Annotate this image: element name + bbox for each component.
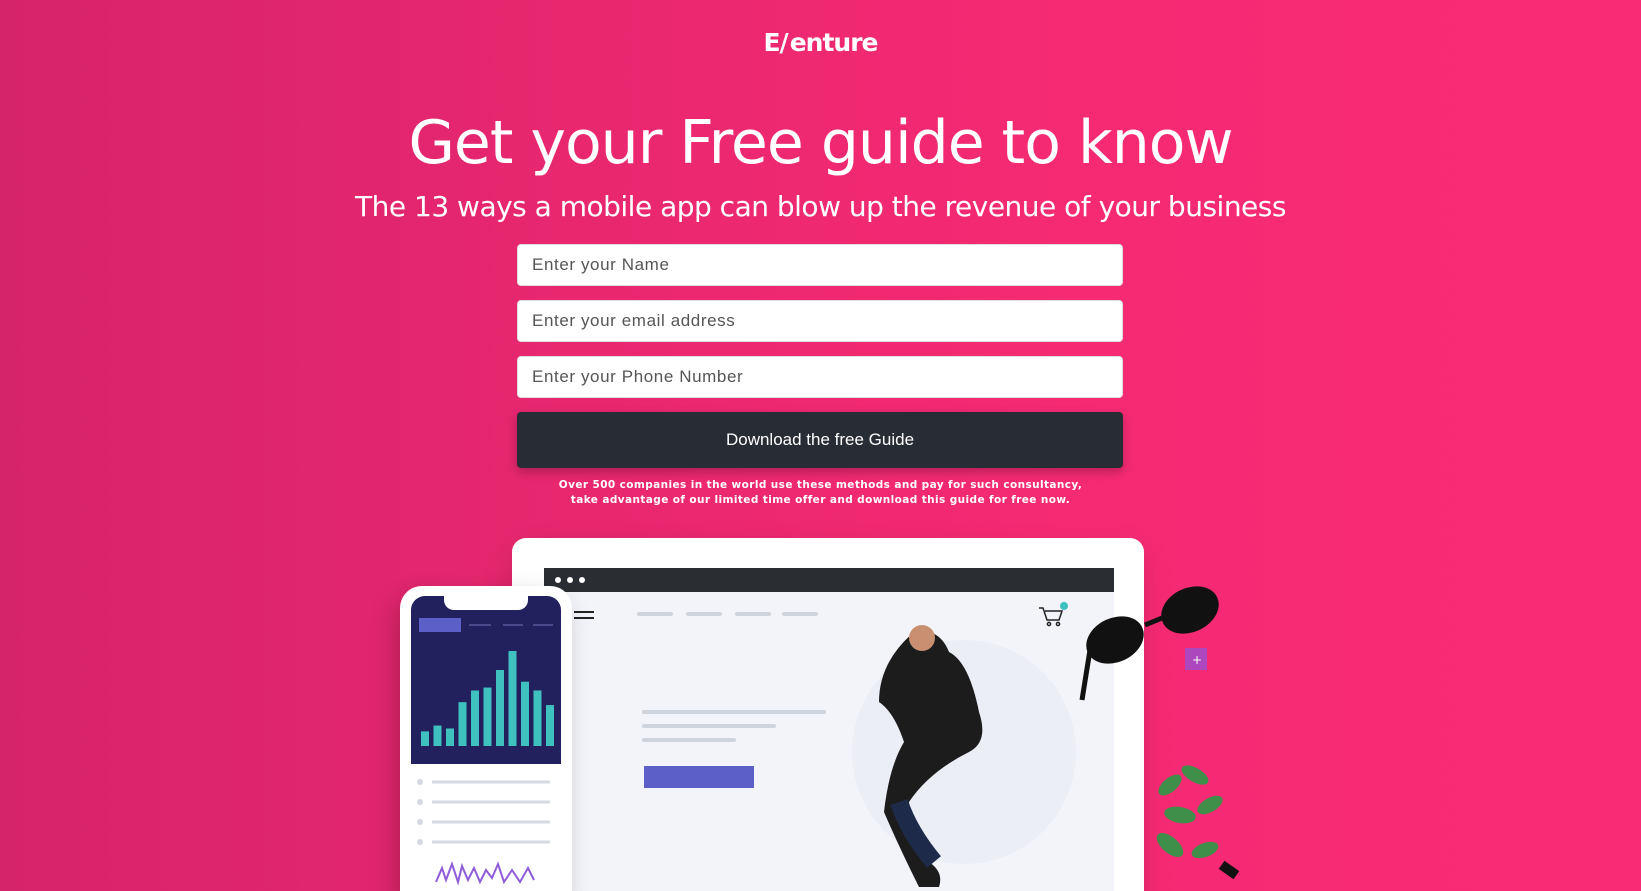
cta-placeholder (644, 766, 754, 788)
logo[interactable]: E/enture (0, 28, 1641, 57)
chart-bar (483, 687, 492, 746)
menu-icon (574, 611, 594, 619)
svg-text:+: + (1192, 653, 1202, 667)
laptop-illustration (512, 538, 1144, 891)
page-title: Get your Free guide to know (408, 108, 1233, 178)
phone-illustration (400, 586, 572, 891)
logo-text: enture (789, 28, 879, 57)
logo-mark: E/ (763, 28, 788, 57)
email-field[interactable] (517, 300, 1123, 342)
chart-bar (458, 702, 467, 746)
browser-bar (544, 568, 1114, 592)
chart-bar (533, 690, 542, 746)
fineprint-line-2: take advantage of our limited time offer… (570, 494, 1071, 506)
phone-screen (411, 596, 561, 764)
chart-bar (546, 705, 554, 746)
plant-illustration (1156, 765, 1240, 880)
chart-bar (496, 670, 504, 746)
chart-bar (471, 690, 479, 746)
phone-field[interactable] (517, 356, 1123, 398)
chart-bar (421, 731, 429, 746)
page-subtitle: The 13 ways a mobile app can blow up the… (355, 190, 1286, 223)
chart-bar (446, 728, 454, 746)
chart-bar (521, 681, 529, 746)
fineprint: Over 500 companies in the world use thes… (0, 478, 1641, 508)
cart-icon (1039, 607, 1064, 627)
name-field[interactable] (517, 244, 1123, 286)
phone-bar-chart (419, 618, 554, 746)
laptop-content (574, 602, 1076, 887)
fineprint-line-1: Over 500 companies in the world use thes… (558, 479, 1083, 491)
download-guide-button[interactable]: Download the free Guide (517, 412, 1123, 468)
phone-list (417, 779, 550, 886)
chart-bar (433, 725, 442, 746)
laptop-screen (544, 592, 1114, 891)
chart-bar (508, 651, 517, 746)
text-placeholder-lines (642, 710, 826, 742)
sunglasses-illustration: + (1079, 586, 1219, 701)
phone-notch (444, 596, 528, 610)
